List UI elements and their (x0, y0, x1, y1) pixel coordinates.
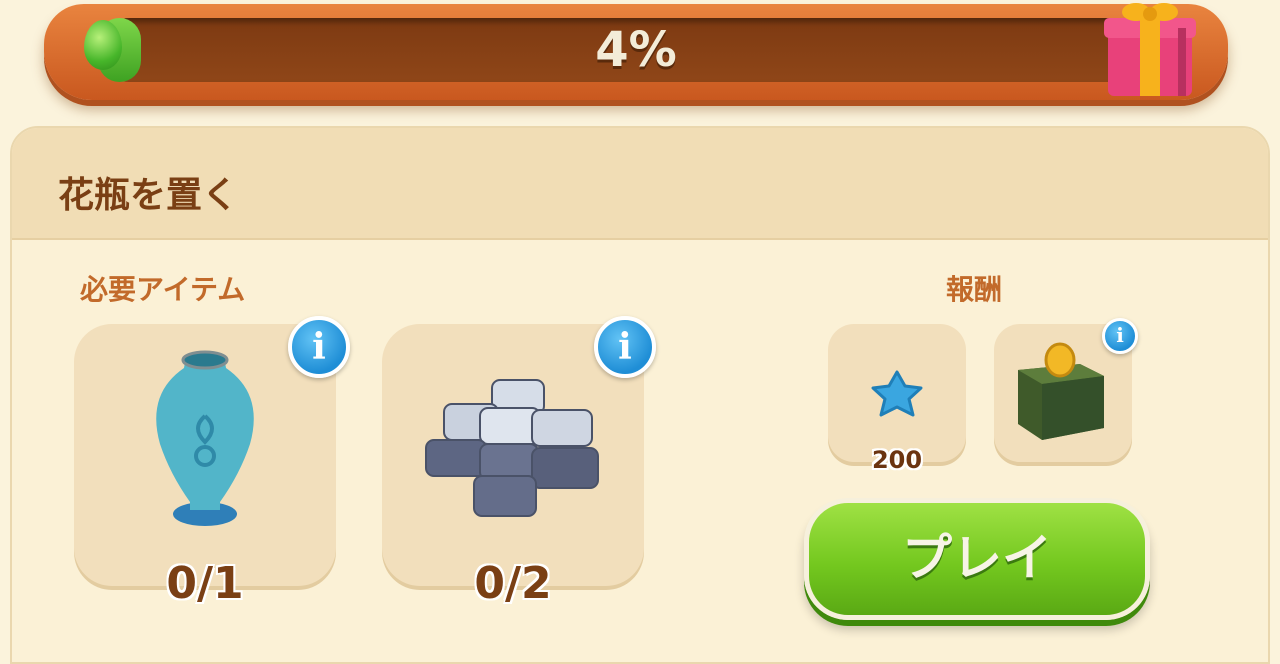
panel-header: 花瓶を置く (12, 128, 1268, 240)
reward-value: 200 (871, 446, 923, 474)
blue-star-icon (871, 370, 923, 417)
info-icon[interactable]: i (288, 316, 350, 378)
progress-label: 4% (595, 22, 677, 78)
info-icon[interactable]: i (594, 316, 656, 378)
gift-box-icon[interactable] (1100, 0, 1200, 98)
progress-bar: 4% (44, 4, 1228, 100)
required-items-label: 必要アイテム (80, 273, 246, 306)
info-icon[interactable]: i (1102, 318, 1138, 354)
reward-stars[interactable] (828, 324, 966, 462)
rewards-label: 報酬 (946, 273, 1003, 306)
play-button[interactable]: プレイ (804, 498, 1150, 620)
required-count: 0/2 (474, 558, 552, 609)
required-count: 0/1 (166, 558, 244, 609)
task-title: 花瓶を置く (58, 175, 239, 216)
